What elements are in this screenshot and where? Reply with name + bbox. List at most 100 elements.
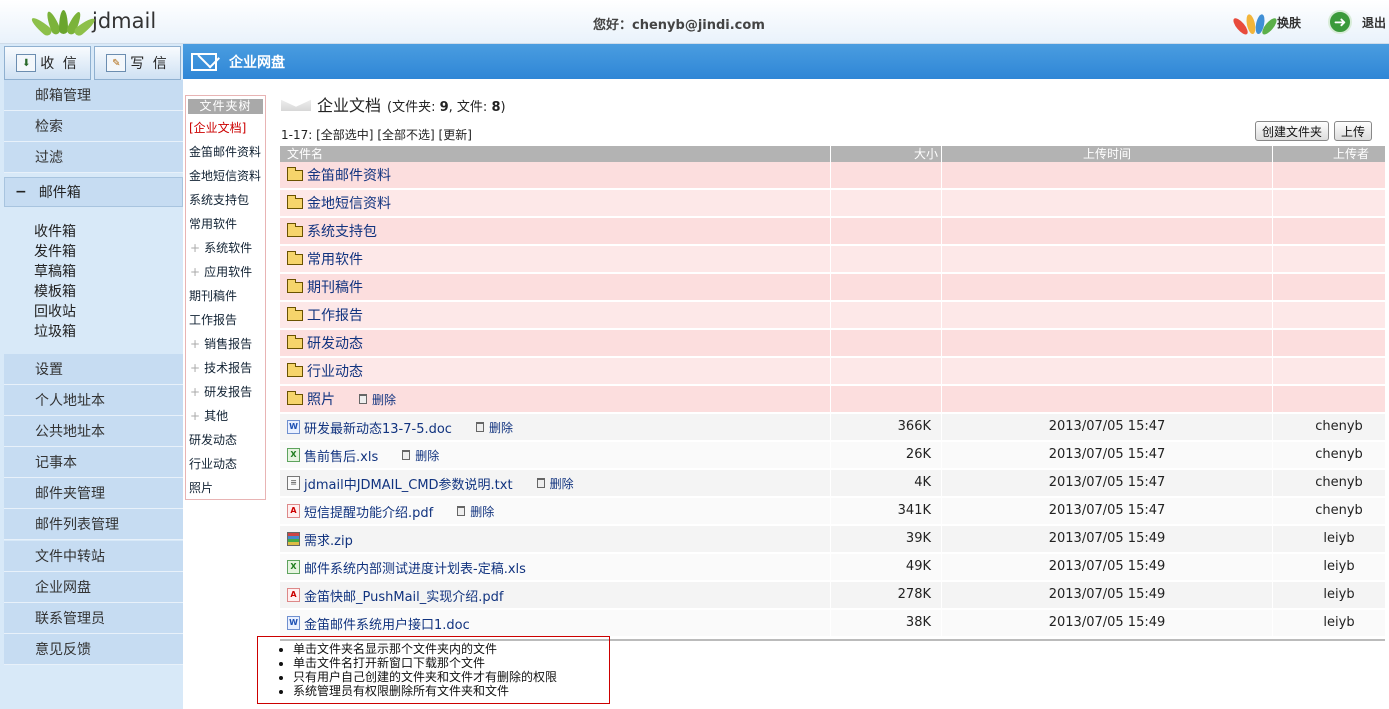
sidebar-item-public-addressbook[interactable]: 公共地址本 [4,416,183,447]
sidebar-item-netdisk[interactable]: 企业网盘 [4,572,183,603]
tree-item[interactable]: 照片 [186,476,265,500]
tree-item[interactable]: + 系统软件 [186,236,265,260]
tree-item[interactable]: + 技术报告 [186,356,265,380]
tree-item[interactable]: 金笛邮件资料 [186,140,265,164]
help-note: 单击文件名打开新窗口下载那个文件 [293,656,609,670]
sidebar-item-filter[interactable]: 过滤 [4,142,183,173]
skin-button[interactable]: 换肤 [1231,10,1302,37]
header-user[interactable]: 上传者 [1273,146,1385,162]
doc-file-icon: W [287,616,300,630]
file-link[interactable]: jdmail中JDMAIL_CMD参数说明.txt [304,474,513,493]
sidebar-item-folder-manage[interactable]: 邮件夹管理 [4,478,183,509]
tree-item[interactable]: + 研发报告 [186,380,265,404]
name-cell: 照片 删除 [280,385,831,413]
folder-stats: (文件夹: 9, 文件: 8) [387,96,506,115]
delete-link[interactable]: 删除 [359,391,396,408]
folder-templates[interactable]: 模板箱 [34,282,76,302]
tree-item[interactable]: 工作报告 [186,308,265,332]
delete-link[interactable]: 删除 [457,503,494,520]
delete-label: 删除 [549,476,574,491]
file-link[interactable]: 金笛邮件系统用户接口1.doc [304,614,470,633]
folder-icon [287,278,303,293]
folder-sent[interactable]: 发件箱 [34,242,76,262]
name-cell: W 金笛邮件系统用户接口1.doc [280,609,831,637]
tree-item[interactable]: 研发动态 [186,428,265,452]
sidebar-item-settings[interactable]: 设置 [4,354,183,385]
name-cell: A 短信提醒功能介绍.pdf 删除 [280,497,831,525]
tree-item[interactable]: [企业文档] [186,116,265,140]
delete-link[interactable]: 删除 [475,419,513,436]
tree-item[interactable]: 期刊稿件 [186,284,265,308]
folder-link[interactable]: 金笛邮件资料 [307,165,391,185]
sidebar-item-mailbox-manage[interactable]: 邮箱管理 [4,80,183,111]
folder-link[interactable]: 工作报告 [307,305,363,325]
upload-button[interactable]: 上传 [1334,121,1373,141]
folder-link[interactable]: 系统支持包 [307,221,377,241]
refresh-link[interactable]: [更新] [439,128,472,142]
time-cell: 2013/07/05 15:49 [942,525,1273,553]
folder-link[interactable]: 金地短信资料 [307,193,391,213]
tree-item[interactable]: 行业动态 [186,452,265,476]
skin-label: 换肤 [1277,15,1302,30]
sidebar-item-notepad[interactable]: 记事本 [4,447,183,478]
folder-spam[interactable]: 垃圾箱 [34,322,76,342]
expand-icon: + [190,385,201,399]
sidebar-item-personal-addressbook[interactable]: 个人地址本 [4,385,183,416]
folder-drafts[interactable]: 草稿箱 [34,262,76,282]
folder-link[interactable]: 照片 [307,389,335,409]
size-cell [831,273,942,301]
folder-row: 系统支持包 [280,217,1385,246]
user-cell [1273,217,1385,245]
zip-file-icon [287,532,300,546]
user-cell [1273,385,1385,413]
folder-link[interactable]: 研发动态 [307,333,363,353]
deselect-all-link[interactable]: [全部不选] [377,128,434,142]
file-link[interactable]: 需求.zip [304,530,353,549]
tree-item[interactable]: 系统支持包 [186,188,265,212]
delete-link[interactable]: 删除 [402,447,439,464]
create-folder-button[interactable]: 创建文件夹 [1255,121,1330,141]
envelope-icon [191,52,217,71]
tree-item[interactable]: 金地短信资料 [186,164,265,188]
group-label: 邮件箱 [38,185,81,201]
tree-item[interactable]: 常用软件 [186,212,265,236]
sidebar-item-file-transfer[interactable]: 文件中转站 [4,541,183,572]
folder-recycle[interactable]: 回收站 [34,302,76,322]
compose-label: 写 信 [130,56,169,72]
sidebar-item-search[interactable]: 检索 [4,111,183,142]
file-link[interactable]: 金笛快邮_PushMail_实现介绍.pdf [304,586,503,605]
folder-link[interactable]: 期刊稿件 [307,277,363,297]
delete-link[interactable]: 删除 [536,475,574,492]
folder-row: 期刊稿件 [280,273,1385,302]
tree-item[interactable]: + 应用软件 [186,260,265,284]
folder-row: 研发动态 [280,329,1385,358]
file-link[interactable]: 邮件系统内部测试进度计划表-定稿.xls [304,558,526,577]
name-cell: 期刊稿件 [280,273,831,301]
user-cell [1273,161,1385,189]
folder-icon [287,390,303,405]
folder-link[interactable]: 常用软件 [307,249,363,269]
header-name[interactable]: 文件名 [280,146,831,162]
tree-item[interactable]: + 销售报告 [186,332,265,356]
logout-button[interactable]: ➜ 退出 [1328,10,1386,34]
header-time[interactable]: 上传时间 [942,146,1273,162]
expand-icon: + [190,361,201,375]
compose-mail-button[interactable]: ✎ 写 信 [94,46,181,80]
receive-label: 收 信 [40,56,79,72]
sidebar-group-mailboxes[interactable]: − 邮件箱 [4,177,183,207]
file-link[interactable]: 短信提醒功能介绍.pdf [304,502,433,521]
tree-item[interactable]: + 其他 [186,404,265,428]
receive-mail-button[interactable]: ⬇ 收 信 [4,46,91,80]
name-cell: X 邮件系统内部测试进度计划表-定稿.xls [280,553,831,581]
folder-link[interactable]: 行业动态 [307,361,363,381]
name-cell: 研发动态 [280,329,831,357]
sidebar-item-contact-admin[interactable]: 联系管理员 [4,603,183,634]
header-size[interactable]: 大小 [831,146,942,162]
file-link[interactable]: 售前售后.xls [304,446,378,465]
sidebar-item-mailing-list[interactable]: 邮件列表管理 [4,509,183,540]
file-link[interactable]: 研发最新动态13-7-5.doc [304,418,452,437]
time-cell [942,329,1273,357]
folder-inbox[interactable]: 收件箱 [34,222,76,242]
select-all-link[interactable]: [全部选中] [316,128,373,142]
sidebar-item-feedback[interactable]: 意见反馈 [4,634,183,665]
